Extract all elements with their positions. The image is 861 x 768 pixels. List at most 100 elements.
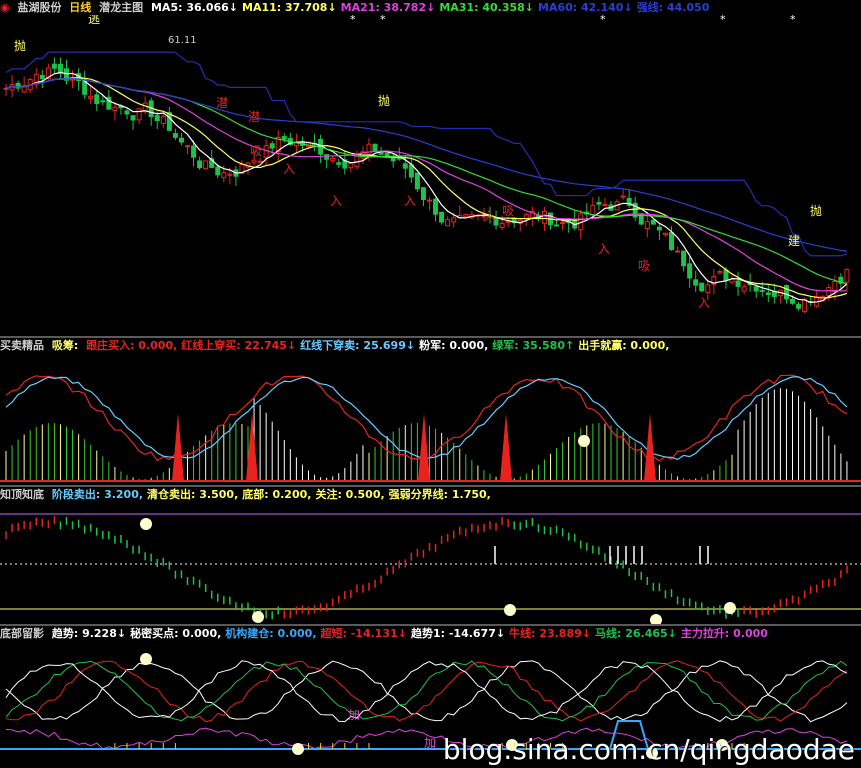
star-mark: * [720,15,726,26]
star-mark: * [790,15,796,26]
candle-body [420,187,426,200]
candle-body [330,157,336,162]
panel-buy-sell: 买卖精品 吸筹: 跟庄买入: 0.000, 红线上穿买: 22.745↓ 红线下穿卖… [0,338,861,486]
annotation-latent: 潜 [216,96,228,110]
p4-item-4: 趋势1: -14.677↓ [410,627,506,640]
panel2-header: 买卖精品 吸筹: 跟庄买入: 0.000, 红线上穿买: 22.745↓ 红线下穿卖… [0,338,861,353]
candle-body [112,106,118,111]
candle-body [753,286,759,292]
candle-body [644,221,650,230]
candle-body [215,166,221,176]
star-mark: * [350,15,356,26]
annotation-escape: 逃 [88,15,100,26]
candle-body [681,250,687,267]
annotation-enter: 入 [283,162,295,176]
candle-body [590,204,596,216]
candle-body [402,163,408,169]
panel2-legend: 吸筹: 跟庄买入: 0.000, 红线上穿买: 22.745↓ 红线下穿卖: 25.… [52,339,674,352]
annotation-enter: 入 [404,194,416,208]
candle-body [796,304,802,309]
candle-body [257,160,263,163]
candle-body [735,280,741,287]
top-bottom-indicator[interactable] [0,502,861,625]
annotation-enter: 入 [698,296,710,310]
candle-body [790,298,795,304]
panel3-legend: 阶段卖出: 3.200, 清仓卖出: 3.500, 底部: 0.200, 关注: 0.… [52,488,495,501]
ma-legend: MA5: 36.066↓ MA11: 37.708↓ MA21: 38.782↓ MA… [151,1,713,14]
main-header: ◉ 盐湖股份 日线 潜龙主图 MA5: 36.066↓ MA11: 37.708↓… [0,0,861,15]
annotation-enter: 入 [330,194,342,208]
trend-line [5,660,848,723]
p2-item-5: 绿军: 35.580↑ [492,339,575,352]
p4-item-5: 牛线: 23.889↓ [509,627,591,640]
candle-body [281,136,287,140]
trend-line [5,660,848,722]
candle-body [560,222,566,225]
candle-body [88,95,94,99]
red-spike [644,413,656,481]
add-label: 加 [348,708,360,722]
candle-body [693,279,699,286]
annotation-enter: 入 [598,242,610,256]
smile-icon [140,653,152,665]
candle-body [499,222,505,228]
candle-body [251,159,257,163]
candle-body [662,232,668,236]
candle-body [505,220,511,223]
smile-icon [140,518,152,530]
candle-body [160,115,166,125]
p4-item-7: 主力拉升: 0.000 [680,627,768,640]
candle-body [439,211,445,223]
candle-body [197,160,203,169]
ma-item-4: MA60: 42.140↓ [538,1,633,14]
panel-top-bottom: 知顶知底 阶段卖出: 3.200, 清仓卖出: 3.500, 底部: 0.200, 关… [0,487,861,625]
candle-body [759,289,765,292]
smile-icon [292,743,304,755]
panel2-name: 买卖精品 [0,339,44,352]
candle-body [445,219,451,227]
candle-body [39,74,45,80]
candlestick-chart[interactable]: 抛逃潜潜吸入入 入入 吸入吸入抛抛建* * * * *61.11 [0,15,861,337]
candle-body [414,172,420,190]
candle-body [172,133,178,138]
p3-item-2: 底部: 0.200, [242,488,312,501]
annotation-throw: 抛 [810,203,822,218]
p2-item-1: 跟庄买入: 0.000, [86,339,178,352]
ma-item-3: MA31: 40.358↓ [439,1,535,14]
candle-body [336,162,342,165]
buy-sell-indicator[interactable] [0,353,861,486]
candle-body [372,143,378,152]
p3-item-4: 强弱分界线: 1.750, [388,488,491,501]
stock-name: 盐湖股份 [17,1,62,14]
smile-icon [578,435,590,447]
candle-body [433,198,439,215]
candle-body [51,63,57,69]
candle-body [203,160,209,170]
candle-body [705,284,711,293]
smile-icon [504,604,516,616]
ma-item-0: MA5: 36.066↓ [150,1,238,14]
candle-body [463,214,469,218]
period-label[interactable]: 日线 [69,1,91,14]
candle-body [717,271,723,274]
close-icon[interactable]: ◉ [0,1,10,14]
candle-body [221,172,227,178]
strong-line [5,51,848,257]
candle-body [675,250,681,253]
candle-body [348,162,354,169]
candle-body [783,285,789,300]
candle-body [269,143,275,149]
candle-body [723,269,729,282]
panel4-name: 底部留影 [0,627,44,640]
candle-body [124,110,130,115]
candle-body [687,263,693,279]
candle-body [366,143,372,155]
annotation-throw: 抛 [378,93,390,108]
candle-body [826,287,832,297]
trend-line [5,660,848,723]
candle-body [669,232,674,251]
p3-item-3: 关注: 0.500, [315,488,385,501]
red-spike [172,413,184,481]
candle-body [136,108,142,121]
candle-body [427,199,432,202]
